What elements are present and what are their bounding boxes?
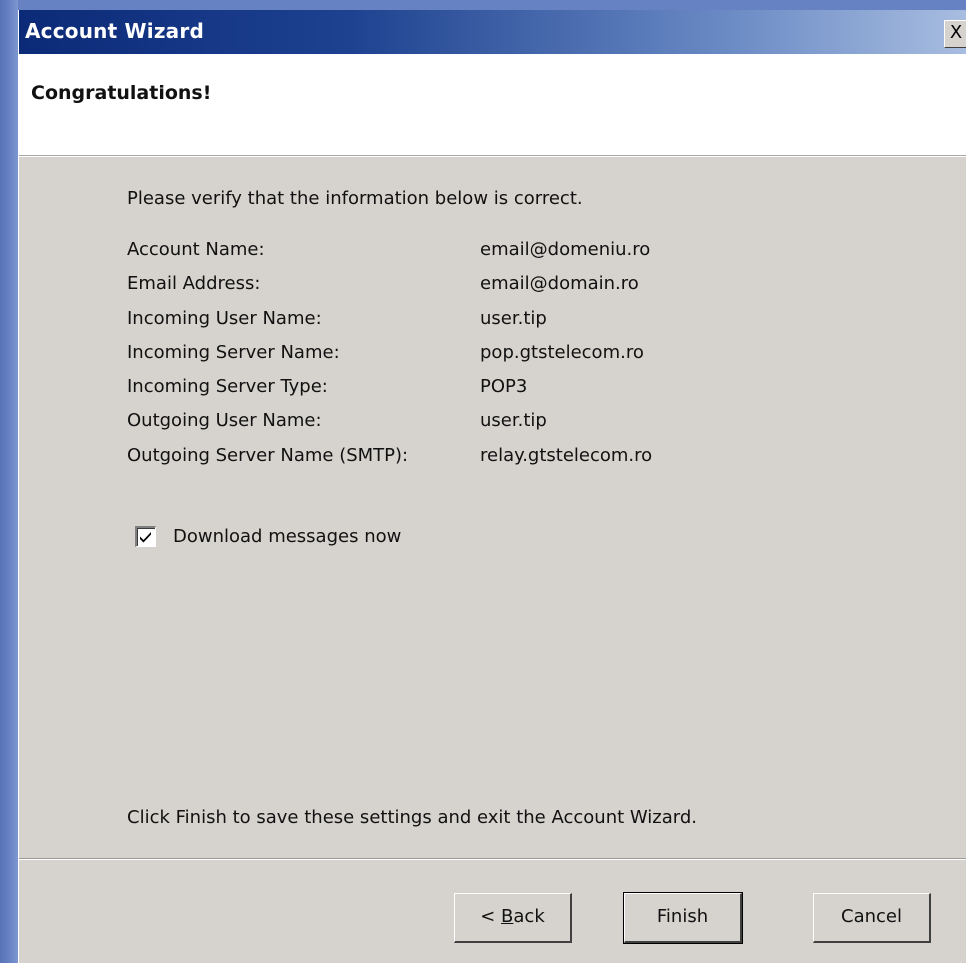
finish-instructions: Click Finish to save these settings and … — [127, 807, 697, 828]
back-button-prefix: < — [480, 906, 502, 927]
info-label: Outgoing Server Name (SMTP): — [127, 444, 409, 466]
info-value: user.tip — [480, 410, 547, 432]
title-bar[interactable]: Account Wizard X — [19, 10, 966, 54]
info-label: Outgoing User Name: — [127, 410, 322, 432]
close-icon: X — [949, 22, 963, 43]
download-messages-label[interactable]: Download messages now — [173, 526, 401, 547]
cancel-button[interactable]: Cancel — [813, 893, 931, 943]
back-button-label-rest: ack — [513, 906, 545, 927]
window-title: Account Wizard — [25, 19, 204, 43]
wizard-header-panel: Congratulations! — [19, 54, 966, 156]
account-wizard-dialog: Account Wizard X Congratulations! Please… — [18, 10, 966, 963]
back-button-accelerator: B — [501, 906, 514, 927]
page-title: Congratulations! — [31, 82, 212, 104]
info-value: email@domeniu.ro — [480, 239, 651, 260]
info-label: Account Name: — [127, 239, 265, 260]
info-label: Incoming User Name: — [127, 307, 322, 329]
footer-divider-highlight — [19, 859, 966, 860]
header-divider — [19, 156, 966, 157]
info-label: Incoming Server Type: — [127, 376, 328, 398]
back-button[interactable]: < Back — [454, 893, 572, 943]
info-value: relay.gtstelecom.ro — [480, 444, 653, 466]
desktop-background-top — [0, 0, 966, 10]
intro-text: Please verify that the information below… — [127, 188, 583, 209]
info-label: Email Address: — [127, 273, 261, 295]
info-value: user.tip — [480, 307, 547, 329]
download-messages-checkbox[interactable] — [135, 526, 156, 547]
checkmark-icon — [140, 532, 151, 543]
info-value: email@domain.ro — [480, 273, 639, 295]
info-value: POP3 — [480, 376, 528, 398]
info-label: Incoming Server Name: — [127, 341, 340, 363]
finish-button[interactable]: Finish — [623, 892, 743, 944]
desktop-background-left — [0, 0, 18, 963]
info-value: pop.gtstelecom.ro — [480, 341, 644, 363]
close-button[interactable]: X — [944, 20, 966, 48]
